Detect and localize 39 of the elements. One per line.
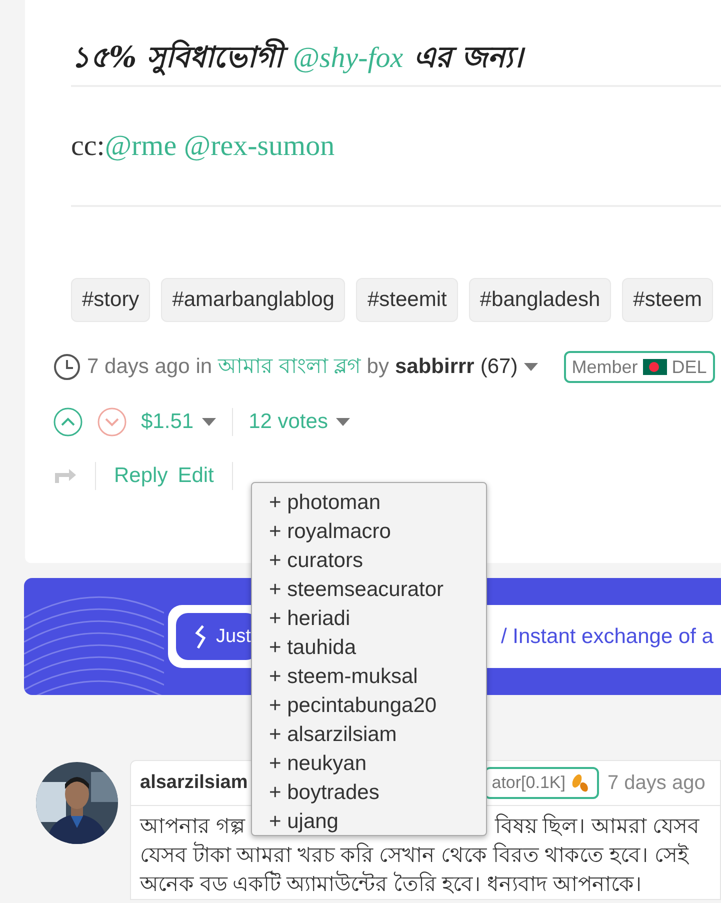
comment-time: 7 days ago (607, 772, 706, 794)
voter-item[interactable]: + ujang (269, 807, 486, 836)
tag-chip[interactable]: #amarbanglablog (161, 278, 346, 322)
comment-text: আপনার গল্প (140, 814, 245, 840)
logo-icon (194, 624, 208, 650)
voter-item[interactable]: + steem-muksal (269, 662, 486, 691)
comment-text: অনেক বড একটি অ্যামাউন্টের তৈরি হবে। ধন্যবাদ আপনাকে। (140, 870, 720, 899)
voter-item[interactable]: + steemseacurator (269, 575, 486, 604)
tag-chip[interactable]: #steemit (356, 278, 458, 322)
caret-icon[interactable] (202, 418, 216, 426)
author-link[interactable]: sabbirrr (394, 355, 474, 379)
caret-icon[interactable] (336, 418, 350, 426)
voter-item[interactable]: + alsarzilsiam (269, 720, 486, 749)
tag-chip[interactable]: #bangladesh (468, 278, 612, 322)
comment-text: বিষয় ছিল। আমরা যেসব (494, 812, 700, 840)
voter-item[interactable]: + heriadi (269, 604, 486, 633)
voter-item[interactable]: + boytrades (269, 778, 486, 807)
comment-author[interactable]: alsarzilsiam (140, 772, 248, 794)
voter-item[interactable]: + royalmacro (269, 517, 486, 546)
meta-text: in (196, 355, 212, 379)
caret-icon[interactable] (524, 363, 538, 371)
tag-chip[interactable]: #story (71, 278, 150, 322)
post-time: 7 days ago (87, 355, 190, 379)
reputation-score: (67) (480, 355, 518, 379)
voter-item[interactable]: + curators (269, 546, 486, 575)
meta-text: by (366, 355, 389, 379)
voter-item[interactable]: + neukyan (269, 749, 486, 778)
cc-line: cc:@rme @rex-sumon (71, 130, 335, 162)
post-heading: ১৫% সুবিধাভোগী @shy-fox এর জন্য। (71, 0, 721, 85)
banner-text: / Instant exchange of a (501, 624, 714, 648)
tag-chip[interactable]: #steem (622, 278, 714, 322)
upvote-icon[interactable] (53, 407, 83, 437)
voter-item[interactable]: + pecintabunga20 (269, 691, 486, 720)
comment-text: যেসব টাকা আমরা খরচ করি সেখান থেকে বিরত থাকতে হবে। সেই (140, 841, 720, 870)
member-badge: Member DEL (564, 351, 715, 383)
clock-icon (53, 353, 81, 381)
voter-item[interactable]: + photoman (269, 488, 486, 517)
voter-item[interactable]: + tauhida (269, 633, 486, 662)
flag-icon (642, 359, 667, 375)
